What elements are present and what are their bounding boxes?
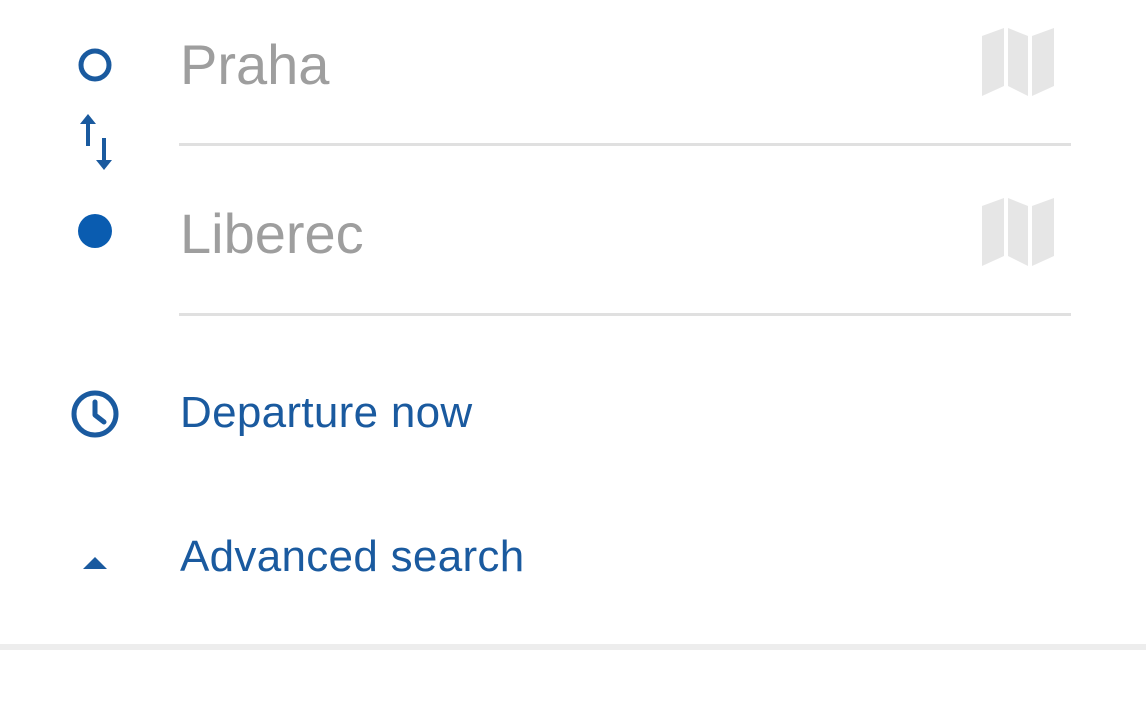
destination-underline	[179, 313, 1071, 316]
caret-up-icon[interactable]	[80, 554, 110, 572]
destination-dot-icon	[78, 214, 112, 248]
advanced-search-link[interactable]: Advanced search	[180, 532, 525, 582]
destination-map-icon[interactable]	[978, 192, 1058, 272]
clock-icon[interactable]	[69, 388, 121, 440]
origin-input[interactable]	[180, 24, 970, 104]
connection-search-screen: Departure now Advanced search	[0, 0, 1146, 716]
swap-arrows-icon[interactable]	[74, 112, 118, 172]
origin-map-icon[interactable]	[978, 22, 1058, 102]
destination-input[interactable]	[180, 193, 970, 273]
section-divider	[0, 644, 1146, 650]
origin-underline	[179, 143, 1071, 146]
origin-circle-icon	[78, 48, 112, 82]
departure-time-link[interactable]: Departure now	[180, 388, 473, 438]
